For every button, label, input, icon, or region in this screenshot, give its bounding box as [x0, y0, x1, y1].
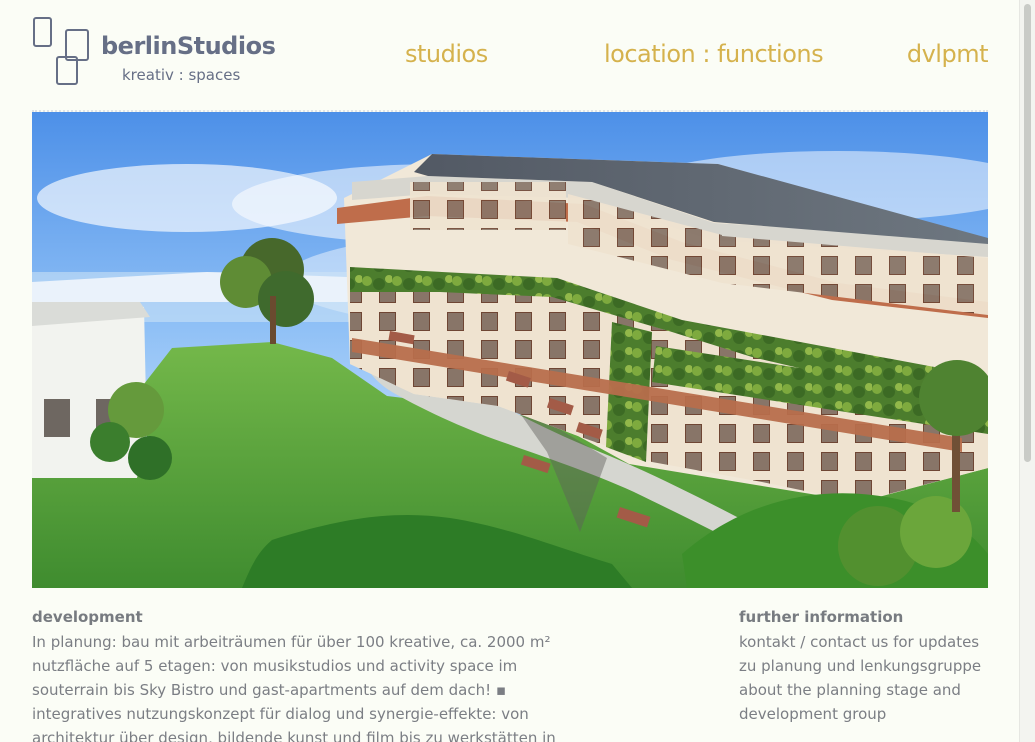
contact-link[interactable]: kontakt / contact us	[739, 633, 888, 651]
page-scrollbar[interactable]	[1019, 0, 1035, 742]
site-logo[interactable]: berlinStudios kreativ : spaces	[32, 16, 276, 88]
scrollbar-thumb[interactable]	[1024, 4, 1031, 462]
nav-location-functions-link[interactable]: location : functions	[604, 40, 824, 68]
development-description: In planung: bau mit arbeiträumen für übe…	[32, 633, 556, 742]
nav-development-link[interactable]: dvlpmt	[907, 40, 989, 68]
development-title: development	[32, 608, 143, 626]
development-section: development In planung: bau mit arbeiträ…	[32, 606, 572, 742]
nav-studios-link[interactable]: studios	[405, 40, 488, 68]
building-rendering-image	[32, 112, 988, 588]
further-information-section: further information kontakt / contact us…	[739, 606, 989, 726]
logo-tagline: kreativ : spaces	[122, 66, 241, 84]
further-information-description: kontakt / contact us for updates zu plan…	[739, 628, 989, 726]
stacked-rounded-rectangles-icon	[33, 17, 89, 85]
logo-name: berlinStudios	[101, 32, 276, 60]
page: berlinStudios kreativ : spaces studios l…	[0, 0, 1035, 742]
further-information-title: further information	[739, 608, 904, 626]
